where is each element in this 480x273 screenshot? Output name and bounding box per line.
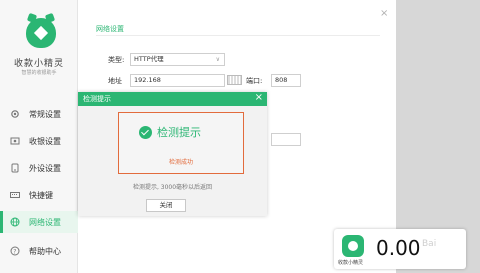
section-title: 网络设置 bbox=[96, 25, 124, 33]
sidebar-item-shortcut[interactable]: 快捷键 bbox=[0, 184, 78, 206]
section-divider bbox=[96, 35, 380, 36]
sidebar-item-network[interactable]: 网络设置 bbox=[0, 211, 78, 233]
active-indicator bbox=[0, 211, 3, 233]
result-box: 检测提示 检测成功 bbox=[118, 112, 244, 174]
auxiliary-input[interactable] bbox=[271, 133, 301, 146]
app-logo-icon bbox=[342, 235, 364, 257]
close-icon[interactable]: × bbox=[380, 8, 388, 19]
sidebar-item-label: 收银设置 bbox=[29, 136, 61, 146]
device-icon bbox=[10, 163, 20, 173]
sidebar-item-label: 外设设置 bbox=[29, 163, 61, 173]
sidebar-item-label: 网络设置 bbox=[29, 217, 61, 227]
sidebar-item-peripheral[interactable]: 外设设置 bbox=[0, 157, 78, 179]
dialog-title: 检测提示 bbox=[83, 95, 111, 103]
auto-close-text: 检测提示, 3000毫秒以后返回 bbox=[132, 184, 213, 191]
sidebar-item-label: 帮助中心 bbox=[29, 246, 61, 256]
amount-widget[interactable]: 收款小精灵 0.00 Bai bbox=[334, 229, 466, 269]
keyboard-icon bbox=[10, 190, 20, 200]
sidebar-item-label: 常规设置 bbox=[29, 109, 61, 119]
svg-text:?: ? bbox=[13, 249, 16, 256]
app-slogan: 智慧的收银助手 bbox=[21, 70, 57, 76]
sidebar-item-label: 快捷键 bbox=[29, 190, 53, 200]
check-circle-icon bbox=[139, 126, 152, 139]
keyboard-icon[interactable] bbox=[227, 75, 242, 85]
dialog-close-icon[interactable]: × bbox=[255, 92, 263, 103]
close-button[interactable]: 关闭 bbox=[146, 199, 186, 212]
app-logo-icon bbox=[26, 18, 56, 48]
money-icon bbox=[10, 136, 20, 146]
type-label: 类型: bbox=[108, 56, 125, 64]
sidebar-item-general[interactable]: 常规设置 bbox=[0, 103, 78, 125]
port-input[interactable]: 808 bbox=[271, 74, 301, 87]
check-result-dialog: 检测提示 × 检测提示 检测成功 检测提示, 3000毫秒以后返回 关闭 bbox=[78, 92, 267, 216]
success-title: 检测提示 bbox=[157, 126, 201, 139]
address-input[interactable]: 192.168 bbox=[130, 74, 225, 87]
port-label: 端口: bbox=[246, 77, 263, 85]
gear-icon bbox=[10, 109, 20, 119]
address-label: 地址 bbox=[108, 77, 122, 85]
globe-icon bbox=[10, 217, 20, 227]
sidebar-item-cashier[interactable]: 收银设置 bbox=[0, 130, 78, 152]
widget-label: 收款小精灵 bbox=[338, 260, 364, 266]
dialog-header: 检测提示 × bbox=[78, 92, 267, 106]
help-icon: ? bbox=[10, 246, 20, 256]
success-subtitle: 检测成功 bbox=[168, 159, 193, 166]
amount-display: 0.00 bbox=[376, 236, 421, 260]
sidebar-item-help[interactable]: ? 帮助中心 bbox=[0, 240, 78, 262]
watermark: Bai bbox=[422, 239, 437, 249]
sidebar: 收款小精灵 智慧的收银助手 常规设置 收银设置 外设设置 快捷键 网络设置 ? … bbox=[0, 0, 78, 273]
proxy-type-value: HTTP代理 bbox=[134, 55, 164, 63]
proxy-type-select[interactable]: HTTP代理 ∨ bbox=[130, 53, 225, 66]
app-name: 收款小精灵 bbox=[13, 59, 64, 69]
chevron-down-icon: ∨ bbox=[215, 56, 220, 63]
